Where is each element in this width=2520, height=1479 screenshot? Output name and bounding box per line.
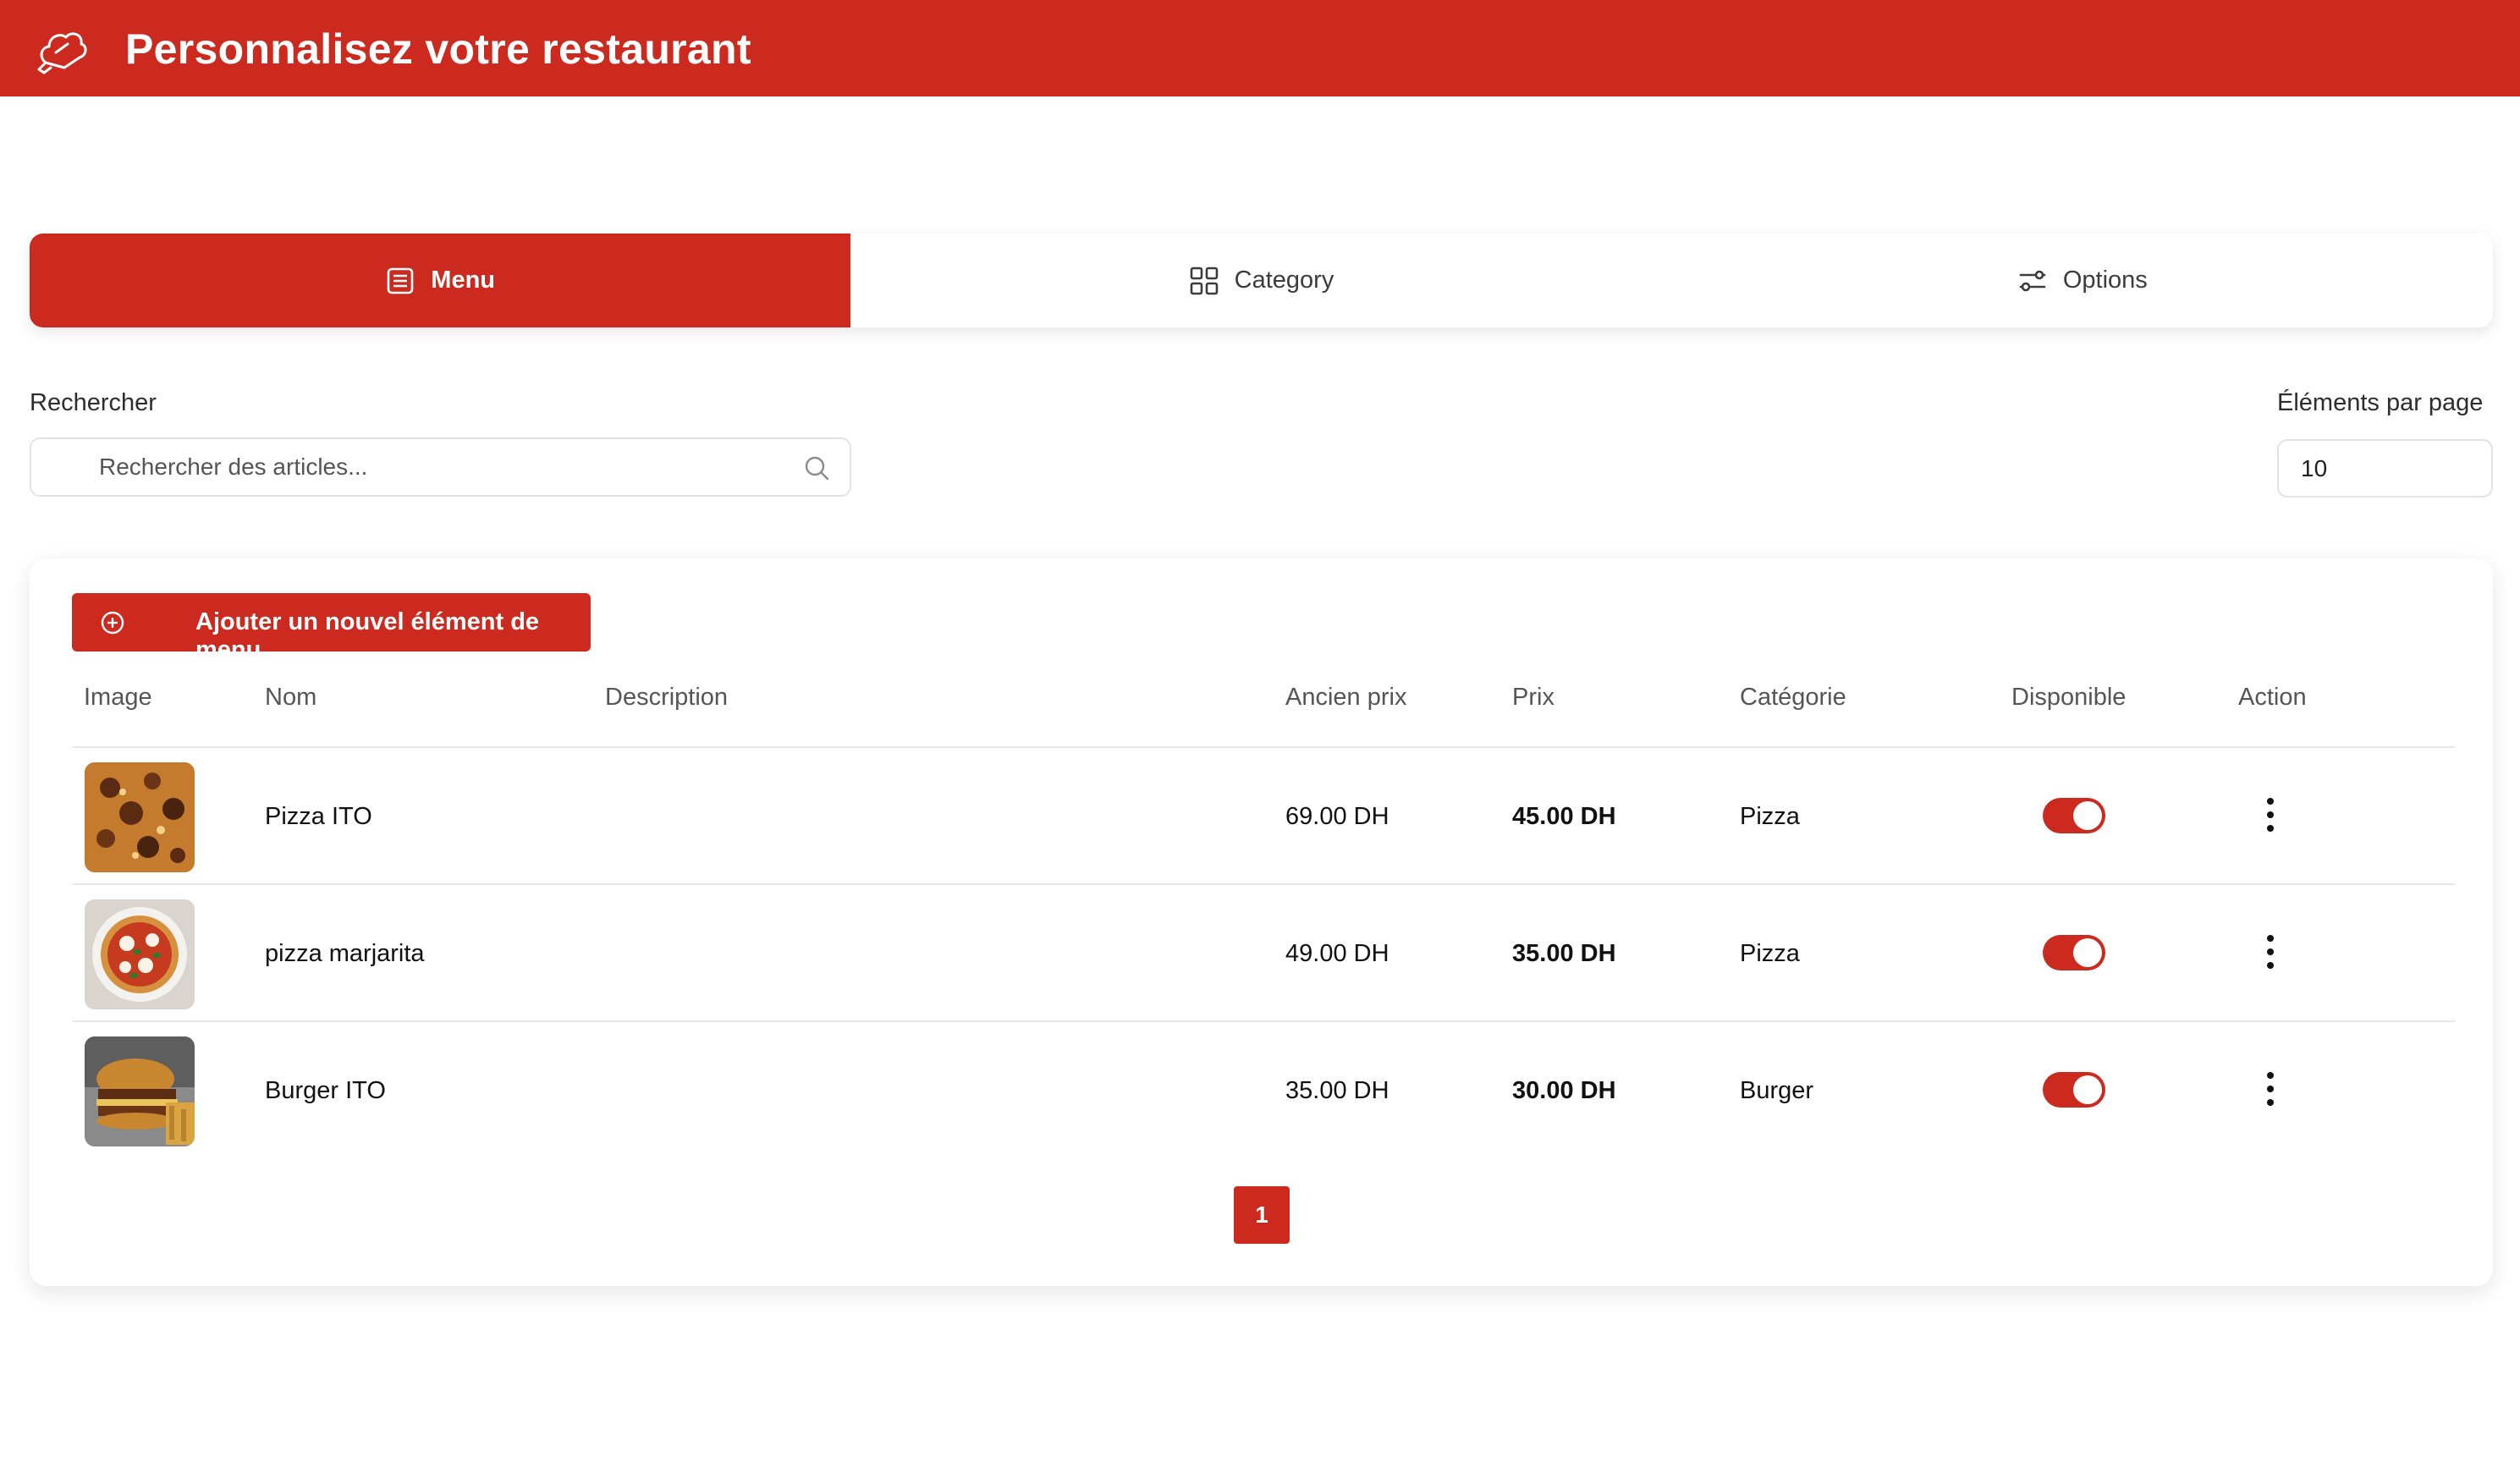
tab-category[interactable]: Category — [850, 234, 1671, 327]
column-header-category: Catégorie — [1740, 684, 1846, 711]
column-header-price: Prix — [1512, 684, 1554, 711]
column-header-available: Disponible — [2011, 684, 2127, 711]
tab-category-label: Category — [1234, 267, 1334, 294]
item-name: pizza marjarita — [265, 940, 425, 967]
item-old-price: 69.00 DH — [1285, 803, 1389, 830]
item-category: Pizza — [1740, 940, 1800, 967]
availability-toggle[interactable] — [2043, 798, 2105, 833]
item-old-price: 35.00 DH — [1285, 1077, 1389, 1104]
search-label: Rechercher — [30, 389, 157, 416]
table-row: Pizza ITO 69.00 DH 45.00 DH Pizza — [72, 748, 2455, 883]
availability-toggle[interactable] — [2043, 935, 2105, 970]
item-category: Pizza — [1740, 803, 1800, 830]
column-header-image: Image — [84, 684, 152, 711]
column-header-action: Action — [2238, 684, 2307, 711]
pagination-page-1[interactable]: 1 — [1234, 1186, 1290, 1244]
item-name: Burger ITO — [265, 1077, 386, 1104]
availability-toggle[interactable] — [2043, 1072, 2105, 1108]
column-header-old-price: Ancien prix — [1285, 684, 1407, 711]
more-vertical-icon[interactable] — [2255, 1069, 2286, 1108]
per-page-label: Éléments par page — [2277, 389, 2484, 416]
item-old-price: 49.00 DH — [1285, 940, 1389, 967]
item-category: Burger — [1740, 1077, 1814, 1104]
app-header: Personnalisez votre restaurant — [0, 0, 2520, 96]
tab-menu[interactable]: Menu — [30, 234, 851, 327]
sliders-icon — [2019, 270, 2046, 291]
list-icon — [387, 267, 414, 294]
search-input[interactable] — [99, 439, 793, 495]
item-price: 35.00 DH — [1512, 940, 1616, 967]
item-price: 30.00 DH — [1512, 1077, 1616, 1104]
per-page-input[interactable]: 10 — [2277, 439, 2493, 498]
more-vertical-icon[interactable] — [2255, 932, 2286, 971]
search-field — [30, 437, 851, 497]
add-menu-item-label: Ajouter un nouvel élément de menu — [195, 608, 540, 663]
tab-options[interactable]: Options — [1672, 234, 2493, 327]
table-header: Image Nom Description Ancien prix Prix C… — [72, 684, 2455, 716]
table-row: Burger ITO 35.00 DH 30.00 DH Burger — [72, 1022, 2455, 1157]
column-header-description: Description — [605, 684, 729, 711]
tab-options-label: Options — [2062, 267, 2148, 294]
item-image-burger — [85, 1036, 195, 1146]
add-menu-item-button[interactable]: Ajouter un nouvel élément de menu — [72, 593, 591, 663]
menu-items-card: Ajouter un nouvel élément de menu Image … — [30, 558, 2493, 1286]
table-row: pizza marjarita 49.00 DH 35.00 DH Pizza — [72, 885, 2455, 1020]
more-vertical-icon[interactable] — [2255, 795, 2286, 834]
item-image-pizza-margherita — [85, 899, 195, 1009]
page-title: Personnalisez votre restaurant — [125, 25, 751, 73]
grid-icon — [1190, 267, 1218, 294]
column-header-name: Nom — [265, 684, 317, 711]
tab-menu-label: Menu — [431, 267, 496, 294]
search-icon[interactable] — [802, 454, 831, 482]
item-image-pizza-ito — [85, 762, 195, 872]
plus-circle-icon — [101, 611, 124, 635]
item-name: Pizza ITO — [265, 803, 372, 830]
tab-bar: Menu Category Options — [30, 234, 2493, 327]
chef-hat-icon — [37, 32, 87, 74]
item-price: 45.00 DH — [1512, 803, 1616, 830]
